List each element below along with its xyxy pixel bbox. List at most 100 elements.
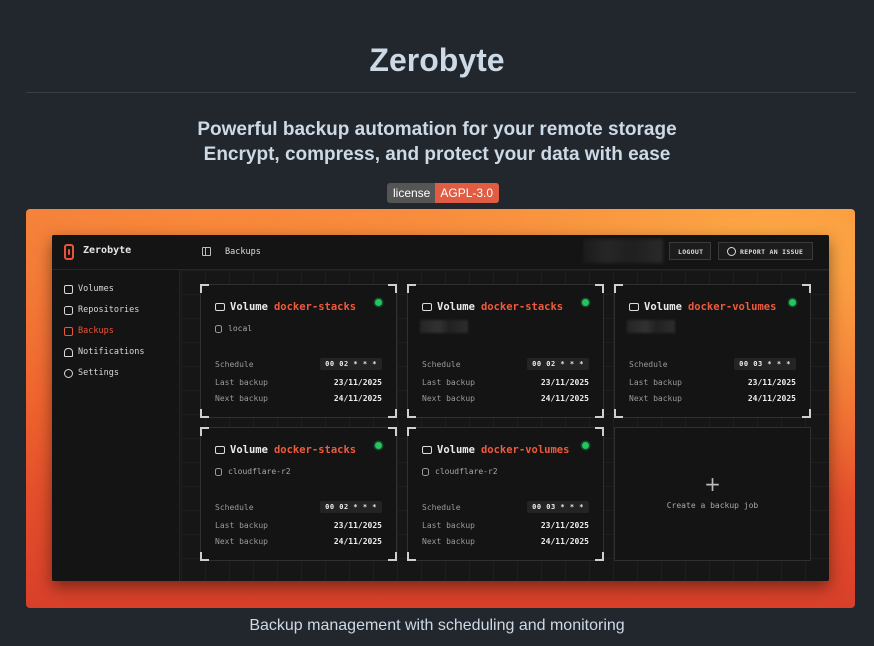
screenshot-caption: Backup management with scheduling and mo… — [249, 617, 625, 634]
bell-icon — [64, 347, 73, 357]
redacted-repository — [420, 320, 468, 333]
hard-drive-icon — [215, 303, 225, 311]
sidebar-item-backups[interactable]: Backups — [64, 324, 114, 338]
backup-card[interactable]: Volume docker-stacks local Schedule 00 02… — [200, 284, 397, 418]
backup-card[interactable]: Volume docker-volumes cloudflare-r2 Sche… — [407, 427, 604, 561]
database-icon — [64, 305, 73, 315]
repository-info: local — [215, 324, 252, 333]
next-backup-row: Next backup 24/11/2025 — [422, 394, 589, 406]
card-title: Volume docker-volumes — [422, 444, 569, 456]
status-indicator — [582, 299, 589, 306]
last-backup-value: 23/11/2025 — [540, 378, 589, 387]
card-title-prefix: Volume — [437, 444, 475, 456]
status-indicator — [789, 299, 796, 306]
report-issue-button[interactable]: REPORT AN ISSUE — [718, 242, 813, 260]
schedule-label: Schedule — [215, 360, 254, 369]
schedule-value: 00 02 * * * — [527, 358, 589, 370]
schedule-row: Schedule 00 02 * * * — [215, 358, 382, 372]
last-backup-value: 23/11/2025 — [333, 378, 382, 387]
gear-icon — [64, 368, 73, 378]
schedule-row: Schedule 00 03 * * * — [422, 501, 589, 515]
repository-name: cloudflare-r2 — [435, 467, 498, 476]
last-backup-label: Last backup — [629, 378, 682, 387]
volume-name: docker-stacks — [273, 444, 357, 456]
volume-name: docker-stacks — [273, 301, 357, 313]
card-title-prefix: Volume — [644, 301, 682, 313]
backup-card[interactable]: Volume docker-stacks cloudflare-r2 Sched… — [200, 427, 397, 561]
sidebar-item-label: Notifications — [78, 347, 145, 357]
status-indicator — [375, 442, 382, 449]
next-backup-label: Next backup — [215, 394, 268, 403]
sidebar: Volumes Repositories Backups Notificatio… — [52, 270, 180, 581]
schedule-row: Schedule 00 02 * * * — [215, 501, 382, 515]
sidebar-item-label: Repositories — [78, 305, 140, 315]
backup-card[interactable]: Volume docker-volumes Schedule 00 03 * * … — [614, 284, 811, 418]
license-badge[interactable]: license AGPL-3.0 — [387, 183, 500, 203]
last-backup-label: Last backup — [215, 378, 268, 387]
redacted-user-info — [583, 239, 663, 263]
plus-icon: + — [704, 472, 721, 496]
create-backup-label: Create a backup job — [666, 501, 759, 510]
status-indicator — [582, 442, 589, 449]
sidebar-item-repositories[interactable]: Repositories — [64, 303, 139, 317]
schedule-label: Schedule — [422, 360, 461, 369]
last-backup-value: 23/11/2025 — [540, 521, 589, 530]
sidebar-item-settings[interactable]: Settings — [64, 366, 119, 380]
last-backup-row: Last backup 23/11/2025 — [215, 521, 382, 533]
next-backup-value: 24/11/2025 — [540, 537, 589, 546]
repository-name: cloudflare-r2 — [228, 467, 291, 476]
card-title: Volume docker-stacks — [215, 444, 356, 456]
create-backup-card[interactable]: + Create a backup job — [614, 427, 811, 561]
volume-name: docker-volumes — [480, 444, 570, 456]
hard-drive-icon — [422, 303, 432, 311]
next-backup-row: Next backup 24/11/2025 — [215, 537, 382, 549]
hard-drive-icon — [215, 446, 225, 454]
license-badge-value: AGPL-3.0 — [435, 183, 500, 203]
screenshot-hero: Zerobyte Backups LOGOUT REPORT AN ISSUE … — [26, 209, 855, 608]
sidebar-item-label: Backups — [78, 326, 114, 336]
backup-card[interactable]: Volume docker-stacks Schedule 00 02 * * *… — [407, 284, 604, 418]
sidebar-item-notifications[interactable]: Notifications — [64, 345, 145, 359]
sidebar-item-label: Settings — [78, 368, 119, 378]
next-backup-label: Next backup — [215, 537, 268, 546]
schedule-value: 00 03 * * * — [734, 358, 796, 370]
license-badge-label: license — [387, 183, 436, 203]
sidebar-toggle-icon[interactable] — [202, 247, 211, 256]
last-backup-row: Last backup 23/11/2025 — [422, 378, 589, 390]
last-backup-value: 23/11/2025 — [333, 521, 382, 530]
last-backup-row: Last backup 23/11/2025 — [422, 521, 589, 533]
repository-info: cloudflare-r2 — [215, 467, 291, 476]
hard-drive-icon — [629, 303, 639, 311]
logout-button[interactable]: LOGOUT — [669, 242, 711, 260]
schedule-label: Schedule — [215, 503, 254, 512]
schedule-value: 00 03 * * * — [527, 501, 589, 513]
last-backup-label: Last backup — [422, 378, 475, 387]
sidebar-item-volumes[interactable]: Volumes — [64, 282, 114, 296]
database-icon — [215, 467, 222, 476]
next-backup-row: Next backup 24/11/2025 — [422, 537, 589, 549]
card-title: Volume docker-stacks — [422, 301, 563, 313]
card-title: Volume docker-stacks — [215, 301, 356, 313]
database-icon — [422, 467, 429, 476]
backups-icon — [64, 326, 73, 336]
next-backup-label: Next backup — [422, 537, 475, 546]
next-backup-value: 24/11/2025 — [747, 394, 796, 403]
repository-name: local — [228, 324, 253, 333]
next-backup-label: Next backup — [629, 394, 682, 403]
next-backup-value: 24/11/2025 — [333, 394, 382, 403]
status-indicator — [375, 299, 382, 306]
report-issue-label: REPORT AN ISSUE — [740, 248, 804, 256]
breadcrumb: Backups — [225, 247, 261, 257]
title-divider — [26, 92, 856, 93]
tagline-secondary: Encrypt, compress, and protect your data… — [203, 144, 671, 165]
github-icon — [727, 247, 736, 256]
volume-name: docker-volumes — [687, 301, 777, 313]
next-backup-row: Next backup 24/11/2025 — [215, 394, 382, 406]
app-header: Zerobyte Backups LOGOUT REPORT AN ISSUE — [52, 235, 829, 270]
schedule-value: 00 02 * * * — [320, 501, 382, 513]
app-window: Zerobyte Backups LOGOUT REPORT AN ISSUE … — [52, 235, 829, 581]
last-backup-label: Last backup — [422, 521, 475, 530]
card-title-prefix: Volume — [230, 444, 268, 456]
redacted-repository — [627, 320, 675, 333]
schedule-label: Schedule — [422, 503, 461, 512]
